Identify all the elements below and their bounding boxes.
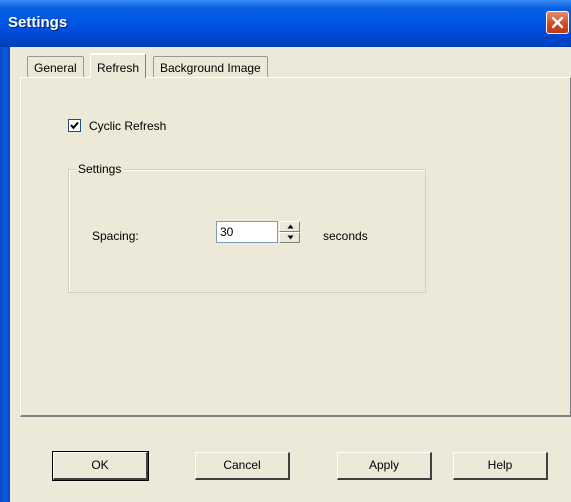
cyclic-refresh-checkbox[interactable] (68, 119, 81, 132)
window-title: Settings (8, 14, 68, 31)
apply-button[interactable]: Apply (337, 452, 432, 480)
ok-button[interactable]: OK (52, 451, 149, 481)
arrow-down-icon (287, 235, 294, 240)
spacing-spinner (279, 221, 300, 243)
seconds-label: seconds (323, 229, 368, 243)
tab-general[interactable]: General (27, 56, 84, 77)
tab-background-image[interactable]: Background Image (153, 56, 268, 77)
window-frame-left (0, 47, 10, 502)
cyclic-refresh-label[interactable]: Cyclic Refresh (89, 119, 166, 133)
close-button[interactable] (546, 11, 569, 34)
spin-up-button[interactable] (279, 221, 300, 232)
arrow-up-icon (287, 224, 294, 229)
check-icon (70, 121, 79, 130)
help-button[interactable]: Help (453, 452, 548, 480)
tab-refresh[interactable]: Refresh (90, 53, 147, 78)
close-icon (551, 16, 564, 29)
groupbox-title: Settings (75, 162, 125, 176)
cancel-button[interactable]: Cancel (195, 452, 290, 480)
spacing-input[interactable] (216, 221, 278, 243)
title-bar: Settings (0, 0, 571, 47)
spin-down-button[interactable] (279, 232, 300, 243)
spacing-label: Spacing: (92, 229, 139, 243)
